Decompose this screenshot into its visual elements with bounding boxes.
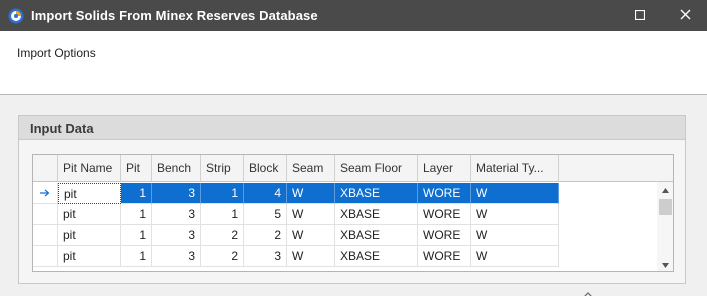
cell-pit-name[interactable]: pit (58, 183, 121, 204)
cell-block[interactable]: 3 (244, 246, 287, 267)
cell-bench[interactable]: 3 (152, 183, 201, 204)
cell-block[interactable]: 2 (244, 225, 287, 246)
cell-strip[interactable]: 2 (201, 246, 244, 267)
cell-bench[interactable]: 3 (152, 246, 201, 267)
table-row[interactable]: pit 1 3 2 3 W XBASE WORE W (33, 246, 559, 267)
scroll-up-button[interactable] (657, 182, 673, 196)
cell-pit[interactable]: 1 (121, 246, 152, 267)
close-icon (680, 9, 691, 23)
close-button[interactable] (662, 0, 707, 31)
cell-pit-name[interactable]: pit (58, 225, 121, 246)
table-row[interactable]: pit 1 3 1 4 W XBASE WORE W (33, 183, 559, 204)
import-options-label: Import Options (17, 46, 96, 60)
cell-block[interactable]: 4 (244, 183, 287, 204)
row-indicator (33, 246, 58, 267)
row-indicator (33, 183, 58, 204)
current-row-arrow-icon (40, 186, 50, 200)
table-row[interactable]: pit 1 3 1 5 W XBASE WORE W (33, 204, 559, 225)
row-indicator (33, 204, 58, 225)
input-data-header: Input Data (19, 116, 685, 140)
cell-strip[interactable]: 1 (201, 204, 244, 225)
column-header-strip[interactable]: Strip (201, 155, 244, 182)
cell-layer[interactable]: WORE (418, 204, 471, 225)
cell-layer[interactable]: WORE (418, 183, 471, 204)
cell-seam[interactable]: W (287, 246, 335, 267)
cell-seam-floor[interactable]: XBASE (335, 225, 418, 246)
cell-material-type[interactable]: W (471, 183, 559, 204)
cell-seam[interactable]: W (287, 225, 335, 246)
cell-layer[interactable]: WORE (418, 225, 471, 246)
cell-pit[interactable]: 1 (121, 204, 152, 225)
grid-header-row: Pit Name Pit Bench Strip Block Seam Seam… (33, 155, 673, 182)
app-icon (8, 8, 24, 24)
scroll-thumb[interactable] (659, 199, 672, 215)
cell-material-type[interactable]: W (471, 204, 559, 225)
splitter-chevron-up-icon[interactable] (583, 287, 593, 296)
vertical-scrollbar[interactable] (657, 182, 673, 271)
row-indicator (33, 225, 58, 246)
column-header-block[interactable]: Block (244, 155, 287, 182)
input-data-title: Input Data (30, 121, 94, 136)
input-data-grid[interactable]: Pit Name Pit Bench Strip Block Seam Seam… (32, 154, 674, 272)
row-indicator-header (33, 155, 58, 182)
cell-bench[interactable]: 3 (152, 204, 201, 225)
column-header-material-type[interactable]: Material Ty... (471, 155, 559, 182)
column-header-seam[interactable]: Seam (287, 155, 335, 182)
column-header-seam-floor[interactable]: Seam Floor (335, 155, 418, 182)
table-row[interactable]: pit 1 3 2 2 W XBASE WORE W (33, 225, 559, 246)
column-header-pit[interactable]: Pit (121, 155, 152, 182)
cell-seam-floor[interactable]: XBASE (335, 246, 418, 267)
cell-seam-floor[interactable]: XBASE (335, 204, 418, 225)
column-header-layer[interactable]: Layer (418, 155, 471, 182)
cell-strip[interactable]: 2 (201, 225, 244, 246)
cell-material-type[interactable]: W (471, 225, 559, 246)
window-title: Import Solids From Minex Reserves Databa… (31, 8, 318, 23)
cell-seam[interactable]: W (287, 204, 335, 225)
cell-pit-name[interactable]: pit (58, 204, 121, 225)
scroll-down-button[interactable] (657, 257, 673, 271)
input-data-group: Input Data Pit Name Pit Bench Strip Bloc… (18, 115, 686, 284)
maximize-icon (634, 9, 646, 23)
column-header-pit-name[interactable]: Pit Name (58, 155, 121, 182)
scroll-down-icon (661, 257, 669, 271)
cell-layer[interactable]: WORE (418, 246, 471, 267)
cell-bench[interactable]: 3 (152, 225, 201, 246)
cell-seam[interactable]: W (287, 183, 335, 204)
maximize-button[interactable] (617, 0, 663, 31)
cell-pit[interactable]: 1 (121, 183, 152, 204)
cell-material-type[interactable]: W (471, 246, 559, 267)
cell-pit-name[interactable]: pit (58, 246, 121, 267)
import-options-pane: Import Options (0, 31, 707, 95)
scroll-up-icon (661, 182, 669, 196)
cell-block[interactable]: 5 (244, 204, 287, 225)
cell-seam-floor[interactable]: XBASE (335, 183, 418, 204)
cell-pit[interactable]: 1 (121, 225, 152, 246)
title-bar: Import Solids From Minex Reserves Databa… (0, 0, 707, 31)
cell-strip[interactable]: 1 (201, 183, 244, 204)
column-header-bench[interactable]: Bench (152, 155, 201, 182)
